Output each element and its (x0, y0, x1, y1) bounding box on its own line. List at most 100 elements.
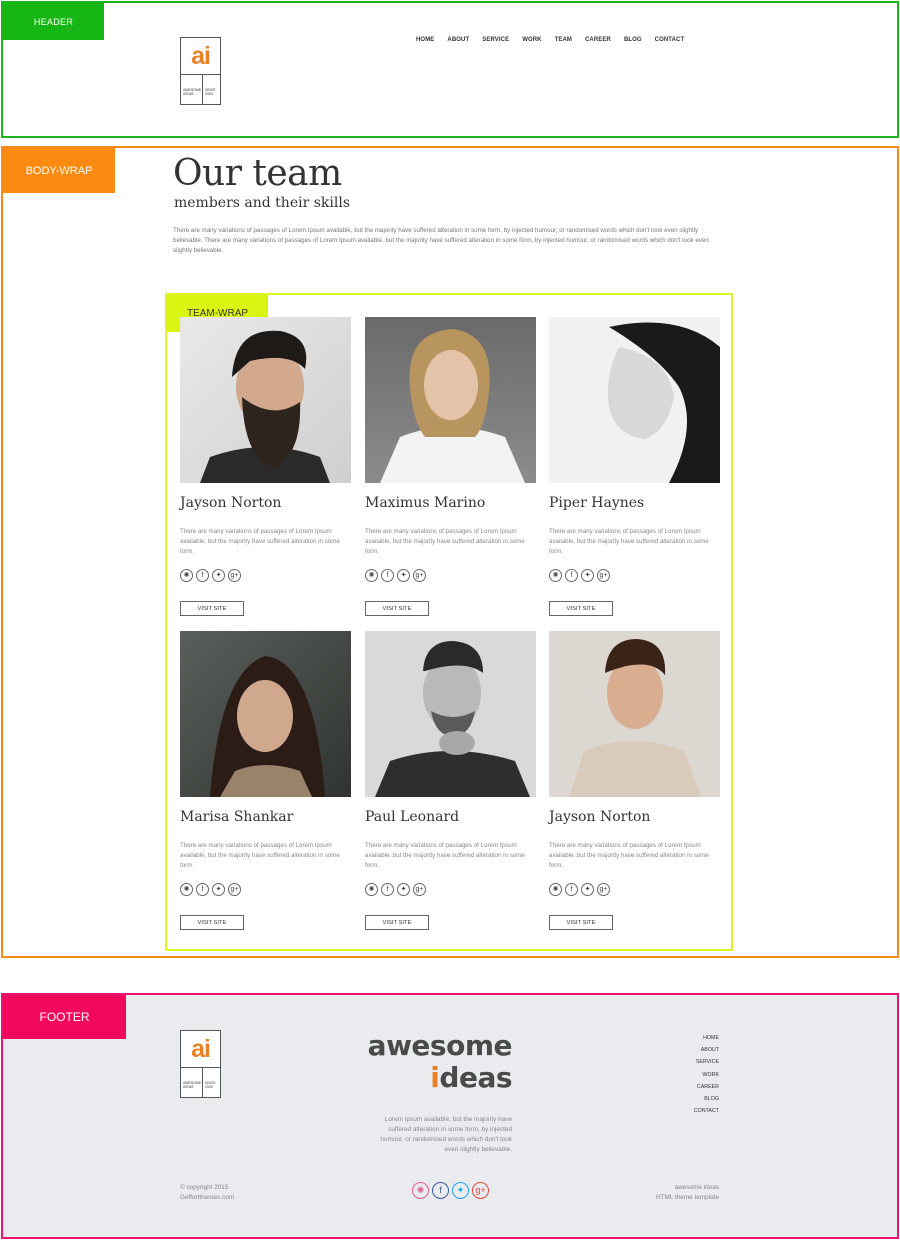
member-socials: ✺ f ✦ g+ (365, 883, 426, 896)
logo-mark: ai (191, 1034, 211, 1063)
member-name: Maximus Marino (365, 495, 486, 511)
footer-nav-career[interactable]: CAREER (670, 1081, 719, 1093)
dribbble-icon[interactable]: ✺ (412, 1182, 429, 1199)
visit-site-button[interactable]: VISIT SITE (180, 915, 244, 930)
team-photo (180, 631, 351, 797)
google-plus-icon[interactable]: g+ (228, 883, 241, 896)
footer-nav-about[interactable]: ABOUT (670, 1044, 719, 1056)
member-name: Marisa Shankar (180, 809, 294, 825)
logo-left-text: AWESOME IDEAS (183, 88, 202, 97)
dribbble-icon[interactable]: ✺ (365, 569, 378, 582)
team-card: Marisa Shankar There are many variations… (180, 631, 351, 930)
facebook-icon[interactable]: f (565, 569, 578, 582)
copyright-line: © copyright 2015 (180, 1184, 229, 1191)
team-card: Jayson Norton There are many variations … (180, 317, 351, 616)
team-photo (365, 317, 536, 483)
visit-site-button[interactable]: VISIT SITE (549, 915, 613, 930)
footer-nav: HOME ABOUT SERVICE WORK CAREER BLOG CONT… (670, 1032, 719, 1117)
footer-logo[interactable]: ai AWESOME IDEAS SINCE 2000 (180, 1030, 221, 1098)
team-photo (180, 317, 351, 483)
facebook-icon[interactable]: f (381, 569, 394, 582)
twitter-icon[interactable]: ✦ (397, 569, 410, 582)
google-plus-icon[interactable]: g+ (597, 569, 610, 582)
team-photo (549, 631, 720, 797)
twitter-icon[interactable]: ✦ (452, 1182, 469, 1199)
member-description: There are many variations of passages of… (549, 842, 709, 869)
nav-item-contact[interactable]: CONTACT (655, 37, 685, 43)
header-region: HEADER (1, 1, 899, 138)
member-description: There are many variations of passages of… (180, 528, 340, 555)
copyright: © copyright 2015 Geffortthemes.com (180, 1183, 234, 1203)
dribbble-icon[interactable]: ✺ (180, 569, 193, 582)
facebook-icon[interactable]: f (381, 883, 394, 896)
footer-nav-service[interactable]: SERVICE (670, 1056, 719, 1068)
footer-nav-home[interactable]: HOME (670, 1032, 719, 1044)
google-plus-icon[interactable]: g+ (472, 1182, 489, 1199)
dribbble-icon[interactable]: ✺ (549, 883, 562, 896)
dribbble-icon[interactable]: ✺ (365, 883, 378, 896)
dribbble-icon[interactable]: ✺ (549, 569, 562, 582)
twitter-icon[interactable]: ✦ (212, 883, 225, 896)
page-title: Our team (173, 153, 342, 194)
team-card: Jayson Norton There are many variations … (549, 631, 720, 930)
copyright-site-link[interactable]: Geffortthemes.com (180, 1193, 234, 1203)
logo-right-text: SINCE 2000 (205, 1081, 216, 1090)
tagline-line2: HTML theme template (656, 1194, 719, 1201)
footer-brand-line1: awesome (367, 1029, 513, 1062)
nav-item-career[interactable]: CAREER (585, 37, 611, 43)
facebook-icon[interactable]: f (196, 883, 209, 896)
footer-label: FOOTER (3, 995, 126, 1039)
team-card: Piper Haynes There are many variations o… (549, 317, 720, 616)
visit-site-button[interactable]: VISIT SITE (180, 601, 244, 616)
nav-item-about[interactable]: ABOUT (447, 37, 469, 43)
footer-brand-line2: deas (439, 1061, 512, 1094)
tagline-line1: awesome ideas (674, 1184, 719, 1191)
member-name: Paul Leonard (365, 809, 460, 825)
facebook-icon[interactable]: f (565, 883, 578, 896)
member-socials: ✺ f ✦ g+ (549, 569, 610, 582)
twitter-icon[interactable]: ✦ (212, 569, 225, 582)
nav-item-service[interactable]: SERVICE (482, 37, 509, 43)
google-plus-icon[interactable]: g+ (413, 883, 426, 896)
member-socials: ✺ f ✦ g+ (180, 883, 241, 896)
facebook-icon[interactable]: f (432, 1182, 449, 1199)
team-card: Paul Leonard There are many variations o… (365, 631, 536, 930)
dribbble-icon[interactable]: ✺ (180, 883, 193, 896)
footer-nav-blog[interactable]: BLOG (670, 1093, 719, 1105)
logo-right-text: SINCE 2000 (205, 88, 216, 97)
twitter-icon[interactable]: ✦ (581, 569, 594, 582)
team-card: Maximus Marino There are many variations… (365, 317, 536, 616)
footer-about-text: Lorem Ipsum available, but the majority … (380, 1116, 512, 1153)
member-socials: ✺ f ✦ g+ (549, 883, 610, 896)
body-wrap-label: BODY-WRAP (3, 148, 115, 193)
header-logo[interactable]: ai AWESOME IDEAS SINCE 2000 (180, 37, 221, 105)
nav-item-team[interactable]: TEAM (555, 37, 572, 43)
nav-item-blog[interactable]: BLOG (624, 37, 642, 43)
nav-item-home[interactable]: HOME (416, 37, 434, 43)
member-socials: ✺ f ✦ g+ (365, 569, 426, 582)
footer-nav-work[interactable]: WORK (670, 1069, 719, 1081)
google-plus-icon[interactable]: g+ (228, 569, 241, 582)
twitter-icon[interactable]: ✦ (581, 883, 594, 896)
member-description: There are many variations of passages of… (365, 528, 525, 555)
google-plus-icon[interactable]: g+ (597, 883, 610, 896)
visit-site-button[interactable]: VISIT SITE (365, 601, 429, 616)
twitter-icon[interactable]: ✦ (397, 883, 410, 896)
main-nav: HOME ABOUT SERVICE WORK TEAM CAREER BLOG… (416, 37, 697, 43)
footer-nav-contact[interactable]: CONTACT (670, 1105, 719, 1117)
footer-socials: ✺ f ✦ g+ (412, 1182, 489, 1199)
member-name: Jayson Norton (549, 809, 651, 825)
member-description: There are many variations of passages of… (180, 842, 340, 869)
visit-site-button[interactable]: VISIT SITE (549, 601, 613, 616)
nav-item-work[interactable]: WORK (522, 37, 541, 43)
member-name: Piper Haynes (549, 495, 645, 511)
team-photo (365, 631, 536, 797)
facebook-icon[interactable]: f (196, 569, 209, 582)
header-label: HEADER (3, 3, 104, 40)
member-name: Jayson Norton (180, 495, 282, 511)
intro-paragraph: There are many variations of passages of… (173, 227, 709, 254)
google-plus-icon[interactable]: g+ (413, 569, 426, 582)
visit-site-button[interactable]: VISIT SITE (365, 915, 429, 930)
logo-mark: ai (191, 41, 211, 70)
logo-left-text: AWESOME IDEAS (183, 1081, 202, 1090)
